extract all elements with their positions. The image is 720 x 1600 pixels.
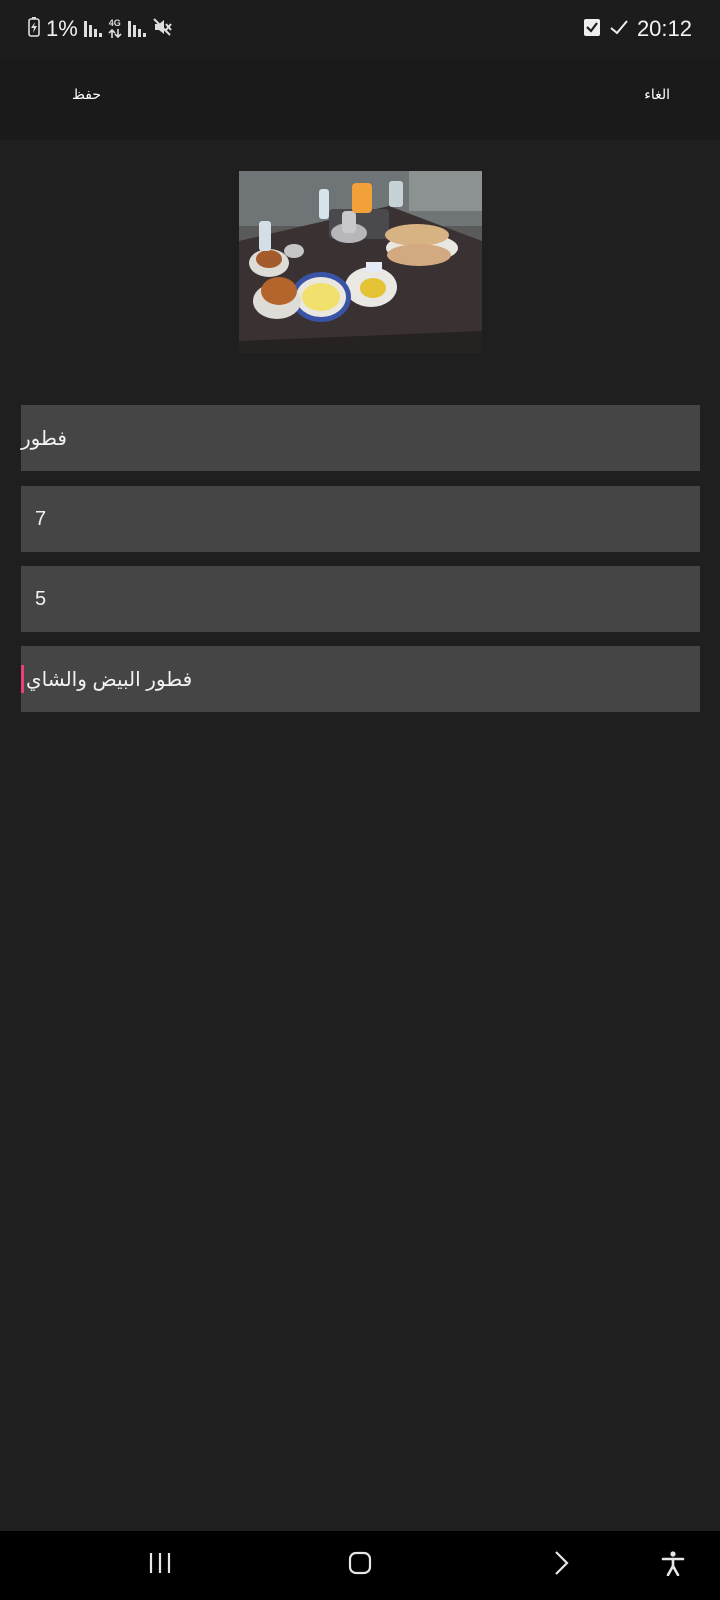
app-bar: حفظ الغاء [0, 58, 720, 140]
accessibility-button[interactable] [643, 1531, 703, 1600]
description-field[interactable]: فطور البيض والشاي [21, 646, 700, 712]
navigation-bar [0, 1531, 720, 1600]
recents-button[interactable] [130, 1531, 190, 1600]
battery-percent: 1% [46, 16, 78, 41]
cancel-button[interactable]: الغاء [644, 86, 670, 103]
text-cursor [21, 665, 24, 693]
back-button[interactable] [531, 1531, 591, 1600]
save-button[interactable]: حفظ [72, 86, 101, 103]
number-field-2[interactable]: 5 [21, 566, 700, 632]
accessibility-icon [660, 1550, 686, 1581]
home-button[interactable] [330, 1531, 390, 1600]
meal-name-field[interactable]: فطور [21, 405, 700, 471]
signal-icon [127, 19, 146, 39]
status-left: 1% 4G [28, 14, 172, 44]
back-icon [548, 1550, 574, 1581]
meal-name-value: فطور [21, 427, 67, 450]
signal-icon [83, 19, 102, 39]
data-arrows-icon: 4G [108, 19, 122, 39]
status-bar: 1% 4G 20:12 [0, 0, 720, 58]
network-type: 4G [108, 18, 121, 28]
description-value: فطور البيض والشاي [26, 668, 193, 691]
breakfast-photo-image [239, 171, 482, 353]
meal-photo[interactable] [239, 171, 482, 353]
battery-charging-icon [28, 16, 40, 42]
mute-icon [152, 17, 172, 42]
home-icon [347, 1550, 373, 1581]
number-field-1[interactable]: 7 [21, 486, 700, 552]
number-field-1-value: 7 [35, 507, 47, 530]
number-field-2-value: 5 [35, 587, 47, 610]
recents-icon [147, 1550, 173, 1581]
check-icon [609, 17, 629, 42]
status-time: 20:12 [636, 16, 692, 41]
checkbox-icon [583, 17, 601, 42]
status-right: 20:12 [583, 14, 692, 44]
